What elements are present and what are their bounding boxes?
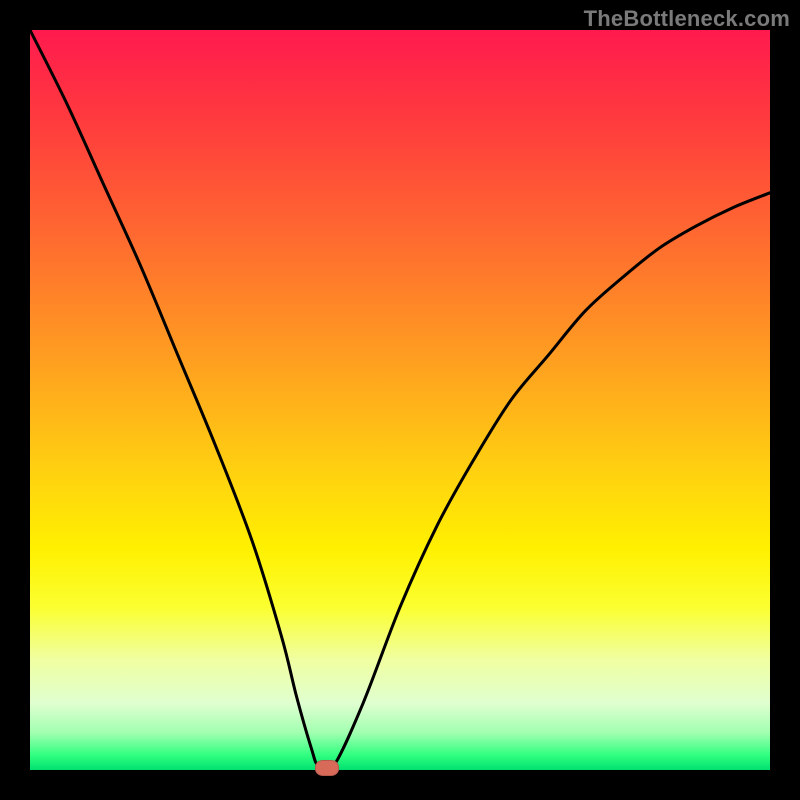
chart-frame: TheBottleneck.com — [0, 0, 800, 800]
optimum-marker — [315, 760, 339, 776]
bottleneck-curve — [30, 30, 770, 770]
watermark-text: TheBottleneck.com — [584, 6, 790, 32]
